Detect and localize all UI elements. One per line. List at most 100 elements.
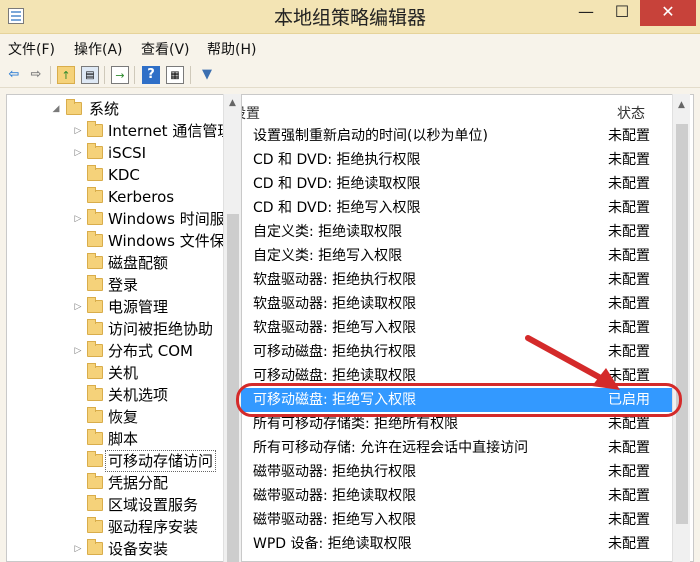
tree-item-label: 登录 [108,276,139,294]
tree-item[interactable]: 关机 [0,362,222,384]
policy-row[interactable]: 软盘驱动器: 拒绝执行权限 未配置 [241,268,672,292]
tree-item-label: 可移动存储访问 [105,450,217,472]
folder-icon [87,517,103,533]
tree-item-label: 关机选项 [108,386,169,404]
tree-item[interactable]: ▷ iSCSI [0,142,222,164]
policy-state: 未配置 [608,512,650,528]
policy-row[interactable]: 软盘驱动器: 拒绝读取权限 未配置 [241,292,672,316]
folder-icon [87,539,103,555]
folder-icon [87,297,103,313]
toolbar: ⇦ ⇨ ↑ ▤ → ? ▦ ▼ [0,62,700,88]
policy-row[interactable]: 自定义类: 拒绝读取权限 未配置 [241,220,672,244]
minimize-button[interactable]: — [571,0,601,26]
policy-row[interactable]: 自定义类: 拒绝写入权限 未配置 [241,244,672,268]
tree-item[interactable]: ▷ Windows 时间服务 [0,208,240,230]
tree-item[interactable]: 关机选项 [0,384,222,406]
list-header: 设置 状态 [242,101,672,123]
expand-arrow-icon[interactable]: ◢ [51,98,61,120]
tree-item[interactable]: 区域设置服务 [0,494,222,516]
tree-item[interactable]: 可移动存储访问 [0,450,222,472]
expand-arrow-icon[interactable]: ▷ [73,120,83,142]
maximize-button[interactable]: ☐ [607,0,637,26]
tree-item[interactable]: ▷ 分布式 COM [0,340,222,362]
tree-item[interactable]: ▷ Internet 通信管理 [0,120,232,142]
up-folder-icon[interactable]: ↑ [57,66,75,84]
toolbar-separator [104,66,105,84]
tree-scrollbar-thumb[interactable] [227,214,239,562]
folder-icon [87,473,103,489]
close-button[interactable]: ✕ [640,0,696,26]
tree-item[interactable]: ◢ 系统 [0,98,222,120]
tree-item-label: Internet 通信管理 [108,122,233,140]
list-scrollbar[interactable]: ▲ [672,94,690,562]
policy-state: 未配置 [608,488,650,504]
tree-item[interactable]: Windows 文件保护 [0,230,240,252]
scroll-up-icon[interactable]: ▲ [229,98,236,108]
toolbar-separator [134,66,135,84]
tree-item-label: 系统 [89,100,120,118]
tree-scrollbar[interactable]: ▲ [223,94,241,562]
expand-arrow-icon[interactable]: ▷ [73,142,83,164]
column-header-setting[interactable]: 设置 [242,103,260,123]
column-header-state[interactable]: 状态 [617,103,645,123]
folder-icon [87,275,103,291]
show-hide-tree-icon[interactable]: ▤ [81,66,99,84]
tree-item[interactable]: Kerberos [0,186,222,208]
tree-item[interactable]: 登录 [0,274,222,296]
back-icon[interactable]: ⇦ [5,66,23,84]
expand-arrow-icon[interactable]: ▷ [73,208,83,230]
tree-item-label: Kerberos [108,188,175,206]
filter-icon[interactable]: ▼ [198,66,216,84]
policy-row[interactable]: CD 和 DVD: 拒绝读取权限 未配置 [241,172,672,196]
policy-row[interactable]: CD 和 DVD: 拒绝执行权限 未配置 [241,148,672,172]
tree-item-label: 分布式 COM [108,342,193,360]
menu-view[interactable]: 查看(V) [141,39,190,59]
folder-icon [87,495,103,511]
expand-arrow-icon[interactable]: ▷ [73,538,83,560]
export-list-icon[interactable]: → [111,66,129,84]
list-scrollbar-thumb[interactable] [676,124,688,524]
tree-item-label: KDC [108,166,140,184]
menu-action[interactable]: 操作(A) [74,39,123,59]
policy-setting-name: 所有可移动存储: 允许在远程会话中直接访问 [253,440,529,456]
tree-item[interactable]: KDC [0,164,222,186]
tree-item-label: 磁盘配额 [108,254,169,272]
tree-item[interactable]: ▷ 电源管理 [0,296,222,318]
policy-row[interactable]: CD 和 DVD: 拒绝写入权限 未配置 [241,196,672,220]
tree-item[interactable]: 恢复 [0,406,222,428]
policy-row[interactable]: 设置强制重新启动的时间(以秒为单位) 未配置 [241,124,672,148]
tree-item[interactable]: 驱动程序安装 [0,516,222,538]
policy-setting-name: 自定义类: 拒绝写入权限 [253,248,403,264]
folder-icon [87,253,103,269]
scroll-up-icon[interactable]: ▲ [678,100,685,110]
tree-item[interactable]: 脚本 [0,428,222,450]
expand-arrow-icon[interactable]: ▷ [73,296,83,318]
tree-item-label: 关机 [108,364,139,382]
policy-row[interactable]: 磁带驱动器: 拒绝写入权限 未配置 [241,508,672,532]
policy-state: 未配置 [608,440,650,456]
folder-icon [87,429,103,445]
policy-row[interactable]: 所有可移动存储: 允许在远程会话中直接访问 未配置 [241,436,672,460]
tree-item[interactable]: 磁盘配额 [0,252,222,274]
policy-row[interactable]: 磁带驱动器: 拒绝执行权限 未配置 [241,460,672,484]
policy-state: 未配置 [608,248,650,264]
policy-setting-name: CD 和 DVD: 拒绝读取权限 [253,176,421,192]
menu-bar: 文件(F) 操作(A) 查看(V) 帮助(H) [0,34,700,62]
tree-item-label: 区域设置服务 [108,496,199,514]
policy-state: 未配置 [608,224,650,240]
tree-item-label: iSCSI [108,144,147,162]
properties-icon[interactable]: ▦ [166,66,184,84]
policy-row[interactable]: WPD 设备: 拒绝读取权限 未配置 [241,532,672,556]
tree-item[interactable]: ▷ 设备安装 [0,538,222,560]
help-icon[interactable]: ? [142,66,160,84]
policy-row[interactable]: 磁带驱动器: 拒绝读取权限 未配置 [241,484,672,508]
tree-item[interactable]: 凭据分配 [0,472,222,494]
expand-arrow-icon[interactable]: ▷ [73,340,83,362]
policy-setting-name: 自定义类: 拒绝读取权限 [253,224,403,240]
folder-icon [87,121,103,137]
forward-icon[interactable]: ⇨ [27,66,45,84]
menu-file[interactable]: 文件(F) [8,39,55,59]
menu-help[interactable]: 帮助(H) [207,39,256,59]
tree-item[interactable]: 访问被拒绝协助 [0,318,222,340]
folder-icon [87,165,103,181]
